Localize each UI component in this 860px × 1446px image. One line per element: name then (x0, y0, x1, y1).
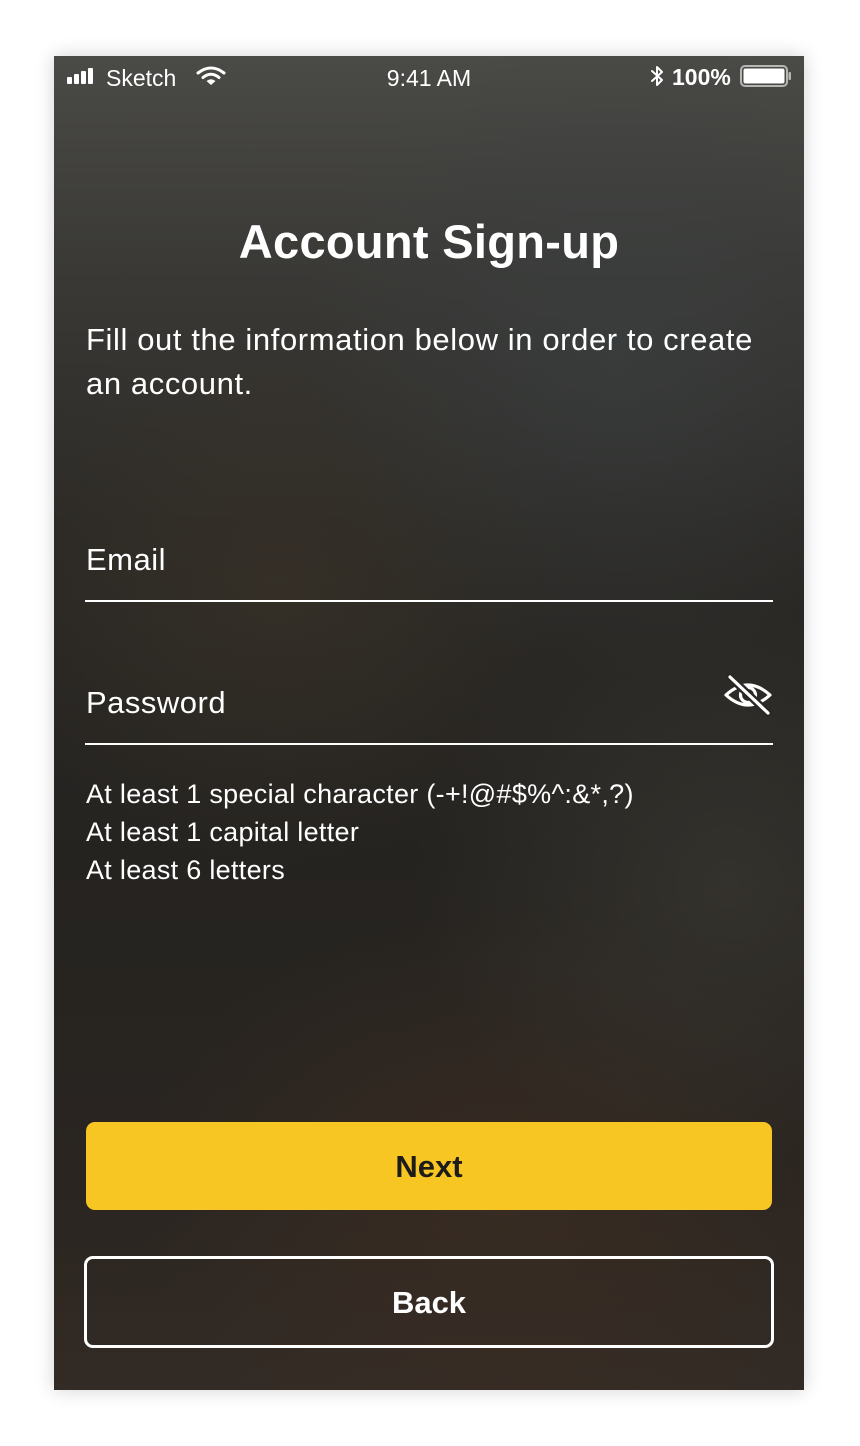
eye-slash-icon[interactable] (723, 673, 773, 717)
status-bar: Sketch 9:41 AM 100% (54, 56, 804, 96)
bluetooth-icon (651, 66, 663, 86)
page-title: Account Sign-up (238, 215, 620, 268)
next-button[interactable]: Next (86, 1122, 772, 1210)
battery-icon (740, 65, 791, 87)
back-button[interactable]: Back (84, 1256, 774, 1348)
intro-text: Fill out the information below in order … (86, 322, 753, 401)
password-field-container (85, 673, 773, 745)
password-rules: At least 1 special character (-+!@#$%^:&… (86, 775, 766, 889)
password-rule: At least 1 capital letter (86, 817, 360, 847)
password-rule: At least 6 letters (86, 855, 285, 885)
phone-screen: Sketch 9:41 AM 100% Account Sign-up Fill… (54, 56, 804, 1390)
battery-percent: 100% (672, 64, 731, 90)
password-rule: At least 1 special character (-+!@#$%^:&… (86, 779, 634, 809)
email-field[interactable] (86, 530, 706, 590)
email-field-container (85, 530, 773, 602)
password-field[interactable] (86, 673, 706, 733)
